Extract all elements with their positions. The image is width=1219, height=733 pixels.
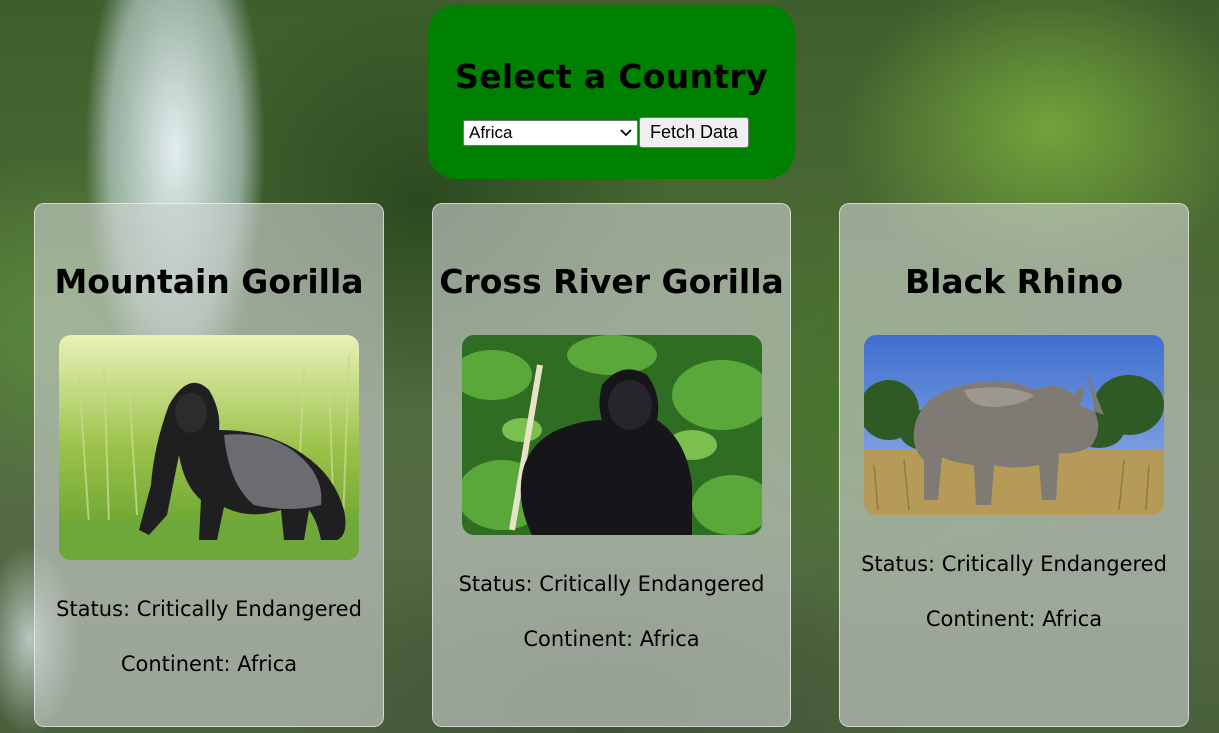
animal-continent: Continent: Africa — [925, 607, 1103, 631]
mountain-gorilla-photo — [59, 335, 359, 560]
animal-continent: Continent: Africa — [523, 627, 700, 651]
animal-name: Cross River Gorilla — [439, 262, 784, 301]
black-rhino-photo — [864, 335, 1164, 515]
selector-controls: Africa Fetch Data — [463, 117, 750, 148]
animal-name: Black Rhino — [904, 262, 1124, 301]
country-select[interactable]: Africa — [463, 119, 638, 146]
animal-name: Mountain Gorilla — [54, 262, 364, 301]
fetch-data-button[interactable]: Fetch Data — [639, 117, 750, 148]
country-select-value: Africa — [469, 122, 513, 142]
country-selector-panel: Select a Country Africa Fetch Data — [428, 5, 795, 179]
animal-status: Status: Critically Endangered — [458, 572, 765, 596]
animal-card: Mountain Gorilla Status: Critically Enda… — [34, 203, 384, 727]
cross-river-gorilla-photo — [462, 335, 762, 535]
page-title: Select a Country — [455, 57, 768, 96]
animal-status: Status: Critically Endangered — [861, 552, 1167, 576]
animal-continent: Continent: Africa — [120, 652, 298, 676]
animal-card: Black Rhino Status: Critically Endangere… — [839, 203, 1189, 727]
animal-status: Status: Critically Endangered — [56, 597, 362, 621]
animal-card: Cross River Gorilla Status: Critically E… — [432, 203, 791, 727]
chevron-down-icon — [620, 128, 632, 136]
